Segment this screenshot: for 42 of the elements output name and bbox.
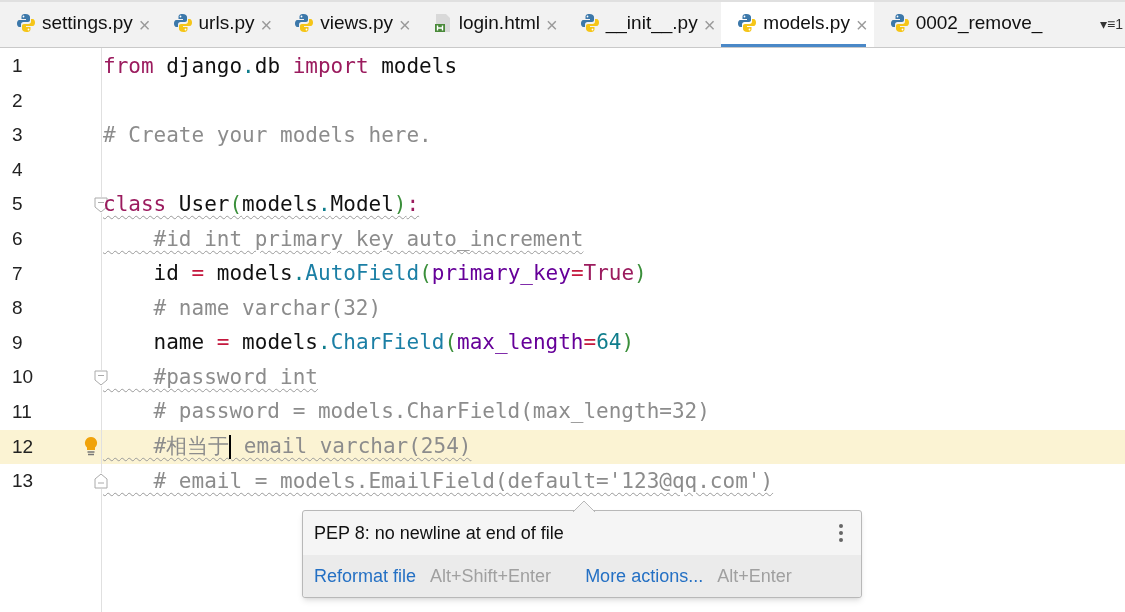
code-line: id = models.AutoField(primary_key=True) [152, 260, 647, 288]
line-number: 9 [12, 330, 23, 355]
code-line: # email = models.EmailField(default='123@qq.com') [152, 467, 774, 495]
python-file-icon [16, 13, 36, 33]
python-file-icon [172, 13, 193, 33]
line-number: 5 [12, 192, 23, 217]
python-file-icon [737, 13, 758, 33]
python-file-icon [294, 13, 315, 33]
line-number: 1 [12, 54, 23, 79]
line-number: 13 [12, 469, 34, 494]
editor-tab[interactable]: 0002_remove_ [873, 2, 1059, 47]
line-number: 3 [12, 123, 23, 148]
line-number: 10 [12, 365, 34, 390]
code-line: #id int primary key auto_increment [152, 225, 584, 253]
line-number: 12 [12, 434, 34, 459]
code-line: # name varchar(32) [152, 294, 382, 322]
code-line: #相当于 email varchar(254) [152, 433, 472, 462]
line-number: 8 [12, 296, 23, 321]
code-line: #password int [152, 363, 318, 391]
line-number: 6 [12, 227, 23, 251]
code-line: name = models.CharField(max_length=64) [152, 329, 635, 357]
code-line: class User(models.Model): [103, 190, 420, 218]
fold-marker-icon[interactable] [94, 369, 108, 386]
python-file-icon [579, 13, 600, 33]
tab-overflow-button[interactable]: ▾≡1 [1100, 14, 1125, 35]
python-file-icon [889, 13, 910, 33]
line-number: 4 [12, 157, 23, 182]
line-number: 2 [12, 88, 23, 113]
code-line: # Create your models here. [103, 121, 432, 149]
lightbulb-icon[interactable] [83, 435, 99, 458]
code-line: from django.db import models [103, 52, 458, 80]
code-line: # password = models.CharField(max_length=32) [152, 398, 710, 426]
action-link[interactable]: More actions... [585, 562, 704, 590]
shortcut-hint: Alt+Shift+Enter [430, 564, 552, 588]
more-options-icon[interactable] [838, 523, 844, 543]
action-link[interactable]: Reformat file [314, 562, 417, 590]
line-number: 11 [12, 400, 32, 424]
fold-marker-icon[interactable] [94, 473, 108, 490]
line-number: 7 [12, 261, 23, 286]
html-file-icon [432, 13, 453, 33]
popup-message: PEP 8: no newline at end of file [314, 521, 564, 545]
shortcut-hint: Alt+Enter [717, 564, 792, 588]
